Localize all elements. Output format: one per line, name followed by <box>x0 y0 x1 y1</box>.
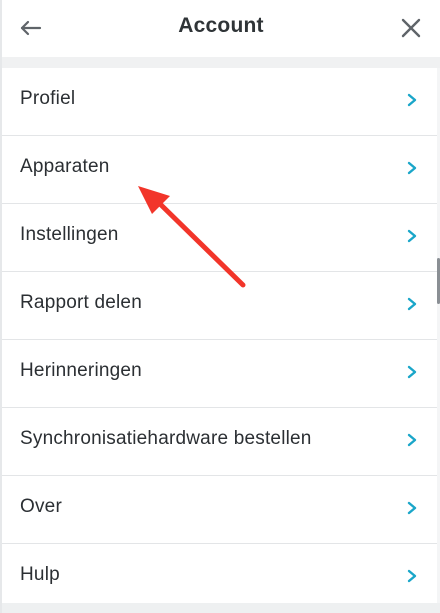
chevron-right-icon <box>407 569 417 583</box>
close-button[interactable] <box>396 13 426 43</box>
menu-item-hulp[interactable]: Hulp <box>2 544 437 611</box>
menu-item-label: Rapport delen <box>20 292 142 313</box>
menu-item-over[interactable]: Over <box>2 476 437 544</box>
chevron-right-icon <box>407 229 417 243</box>
chevron-right-icon <box>407 161 417 175</box>
chevron-right-icon <box>407 297 417 311</box>
chevron-right-icon <box>407 93 417 107</box>
menu-item-profiel[interactable]: Profiel <box>2 68 437 136</box>
chevron-right-icon <box>407 433 417 447</box>
close-icon <box>401 18 421 38</box>
chevron-right-icon <box>407 365 417 379</box>
menu-item-apparaten[interactable]: Apparaten <box>2 136 437 204</box>
account-menu-list: Profiel Apparaten Instellingen Rapport d… <box>2 68 437 611</box>
menu-item-label: Apparaten <box>20 156 110 177</box>
menu-item-label: Instellingen <box>20 224 119 245</box>
account-screen: Account Profiel Apparaten Instellingen R… <box>0 0 440 613</box>
menu-item-label: Herinneringen <box>20 360 142 381</box>
menu-item-instellingen[interactable]: Instellingen <box>2 204 437 272</box>
menu-item-label: Over <box>20 496 62 517</box>
chevron-right-icon <box>407 501 417 515</box>
menu-item-rapport-delen[interactable]: Rapport delen <box>2 272 437 340</box>
menu-item-synchronisatiehardware-bestellen[interactable]: Synchronisatiehardware bestellen <box>2 408 437 476</box>
page-title: Account <box>178 14 264 37</box>
menu-item-label: Hulp <box>20 564 60 585</box>
app-header: Account <box>2 0 440 57</box>
menu-item-label: Synchronisatiehardware bestellen <box>20 428 312 449</box>
bottom-strip <box>2 603 440 613</box>
menu-item-herinneringen[interactable]: Herinneringen <box>2 340 437 408</box>
menu-item-label: Profiel <box>20 88 76 109</box>
header-separator <box>2 57 440 68</box>
